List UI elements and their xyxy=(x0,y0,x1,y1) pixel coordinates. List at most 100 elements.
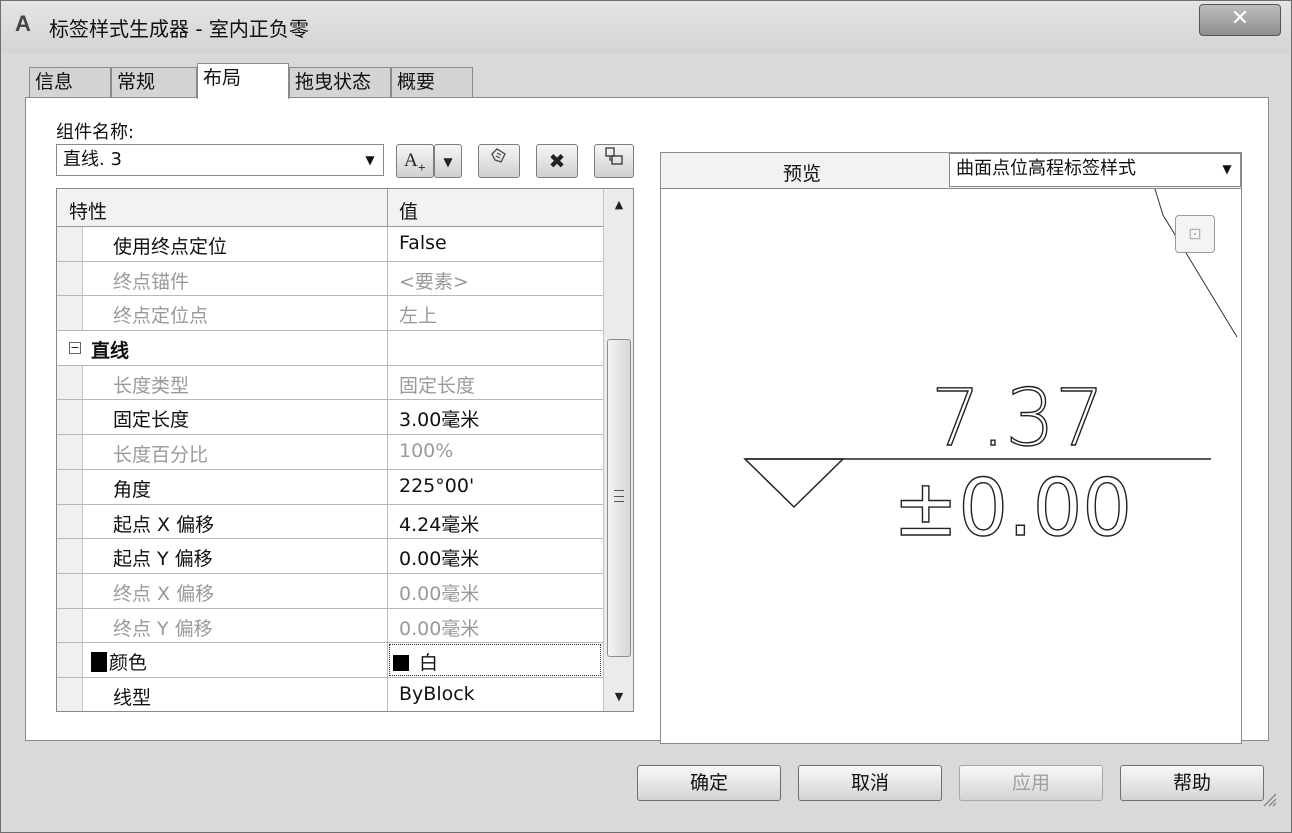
table-row[interactable]: 线型 ByBlock xyxy=(57,677,603,711)
cell-divider xyxy=(387,608,388,643)
property-value: 0.00毫米 xyxy=(399,617,480,640)
table-row[interactable]: 固定长度 3.00毫米 xyxy=(57,400,603,436)
color-swatch xyxy=(91,652,107,673)
property-value[interactable]: ByBlock xyxy=(399,683,475,705)
row-gutter xyxy=(57,400,83,435)
column-header-value: 值 xyxy=(399,201,419,223)
chevron-down-icon: ▼ xyxy=(443,155,453,169)
cell-divider xyxy=(387,677,388,711)
grid-rows: 使用终点定位 False 终点锚件 <要素> 终点定位点 左上 − 直线 长度类… xyxy=(57,227,603,711)
preview-canvas[interactable]: 7.37 ±0.00 ⊡ xyxy=(661,188,1241,743)
table-row[interactable]: 长度百分比 100% xyxy=(57,435,603,470)
property-name: 固定长度 xyxy=(113,409,190,432)
tab-dragged-state[interactable]: 拖曳状态 xyxy=(289,67,391,97)
ok-button[interactable]: 确定 xyxy=(637,765,781,801)
component-name-label: 组件名称: xyxy=(56,122,135,143)
property-value[interactable]: 白 xyxy=(393,648,438,675)
label-style-composer-window: A 标签样式生成器 - 室内正负零 ✕ 信息 常规 布局 拖曳状态 概要 组件名… xyxy=(0,0,1292,833)
cell-divider xyxy=(387,261,388,296)
table-row[interactable]: 角度 225°00' xyxy=(57,469,603,505)
cell-divider xyxy=(387,296,388,331)
property-name: 颜色 xyxy=(91,648,147,675)
cell-divider xyxy=(387,504,388,539)
group-row-line[interactable]: − 直线 xyxy=(57,331,603,366)
property-value[interactable]: 225°00' xyxy=(399,475,474,497)
tab-summary[interactable]: 概要 xyxy=(391,67,473,97)
table-row[interactable]: 终点定位点 左上 xyxy=(57,296,603,332)
property-name: 使用终点定位 xyxy=(113,236,228,258)
preview-style-select[interactable]: 曲面点位高程标签样式 ▼ xyxy=(949,153,1241,187)
layout-panel: 组件名称: 直线. 3 ▼ A+ ▼ ✖ 特性 值 使用终点定位 False 终… xyxy=(25,97,1269,744)
table-row[interactable]: 使用终点定位 False xyxy=(57,227,603,262)
create-text-component-button[interactable]: A+ xyxy=(396,144,434,178)
row-gutter xyxy=(57,608,83,643)
preview-zoom-icon[interactable]: ⊡ xyxy=(1175,215,1215,253)
property-value: 固定长度 xyxy=(399,374,476,397)
cell-divider xyxy=(387,539,388,573)
app-icon: A xyxy=(15,11,31,36)
cell-divider xyxy=(387,227,388,261)
create-component-dropdown[interactable]: ▼ xyxy=(434,144,462,178)
cell-divider xyxy=(387,400,388,435)
table-row[interactable]: 终点 Y 偏移 0.00毫米 xyxy=(57,608,603,644)
row-gutter xyxy=(57,469,83,504)
title-bar[interactable]: A 标签样式生成器 - 室内正负零 ✕ xyxy=(1,1,1291,53)
chevron-down-icon: ▼ xyxy=(365,153,375,167)
component-name-value: 直线. 3 xyxy=(63,149,122,170)
row-gutter xyxy=(57,296,83,331)
color-property-label: 颜色 xyxy=(109,652,148,675)
table-row[interactable]: 长度类型 固定长度 xyxy=(57,365,603,401)
draw-order-icon xyxy=(603,147,625,172)
tab-general[interactable]: 常规 xyxy=(111,67,197,97)
cancel-button[interactable]: 取消 xyxy=(798,765,942,801)
component-draw-order-button[interactable] xyxy=(594,144,634,178)
tab-layout[interactable]: 布局 xyxy=(197,63,289,99)
grid-scrollbar[interactable]: ▲ ▼ xyxy=(603,189,633,711)
property-name: 线型 xyxy=(113,686,152,709)
collapse-icon[interactable]: − xyxy=(69,342,81,355)
cell-divider xyxy=(387,643,388,677)
property-value[interactable]: False xyxy=(399,232,447,254)
grid-header: 特性 值 xyxy=(57,189,603,227)
delete-component-button[interactable]: ✖ xyxy=(536,144,578,178)
property-name: 起点 X 偏移 xyxy=(113,513,215,536)
row-gutter xyxy=(57,643,83,677)
table-row[interactable]: 颜色 白 xyxy=(57,643,603,678)
property-name: 角度 xyxy=(113,478,152,501)
property-value[interactable]: 4.24毫米 xyxy=(399,510,479,537)
table-row[interactable]: 起点 X 偏移 4.24毫米 xyxy=(57,504,603,540)
properties-grid: 特性 值 使用终点定位 False 终点锚件 <要素> 终点定位点 左上 − 直… xyxy=(56,188,634,712)
preview-panel: 预览 曲面点位高程标签样式 ▼ 7.37 ±0.00 ⊡ xyxy=(660,152,1242,744)
property-name: 终点锚件 xyxy=(113,270,190,293)
scroll-down-icon[interactable]: ▼ xyxy=(604,685,633,709)
property-value: 左上 xyxy=(399,305,438,328)
cell-divider xyxy=(387,469,388,504)
apply-button[interactable]: 应用 xyxy=(959,765,1103,801)
scroll-thumb[interactable] xyxy=(607,339,631,657)
scroll-up-icon[interactable]: ▲ xyxy=(604,193,633,217)
resize-grip-icon[interactable] xyxy=(1259,789,1277,807)
close-icon: ✕ xyxy=(1230,6,1250,31)
dialog-body: 信息 常规 布局 拖曳状态 概要 组件名称: 直线. 3 ▼ A+ ▼ ✖ 特性… xyxy=(11,53,1283,813)
text-component-icon: A xyxy=(403,150,418,171)
table-row[interactable]: 终点锚件 <要素> xyxy=(57,261,603,297)
property-value[interactable]: 3.00毫米 xyxy=(399,405,479,432)
grip-icon xyxy=(614,490,624,502)
close-button[interactable]: ✕ xyxy=(1199,4,1281,36)
row-gutter xyxy=(57,677,83,711)
row-gutter xyxy=(57,539,83,573)
property-name: 起点 Y 偏移 xyxy=(113,548,213,571)
copy-component-button[interactable] xyxy=(478,144,520,178)
tab-info[interactable]: 信息 xyxy=(29,67,111,97)
table-row[interactable]: 起点 Y 偏移 0.00毫米 xyxy=(57,539,603,574)
column-divider xyxy=(387,189,388,227)
property-value[interactable]: 0.00毫米 xyxy=(399,544,479,571)
row-gutter xyxy=(57,435,83,469)
table-row[interactable]: 终点 X 偏移 0.00毫米 xyxy=(57,573,603,609)
help-button[interactable]: 帮助 xyxy=(1120,765,1264,801)
property-value: 100% xyxy=(399,440,454,463)
property-value: 0.00毫米 xyxy=(399,582,480,605)
row-gutter xyxy=(57,573,83,608)
preview-label: 预览 xyxy=(783,163,822,185)
component-name-select[interactable]: 直线. 3 ▼ xyxy=(56,144,384,176)
